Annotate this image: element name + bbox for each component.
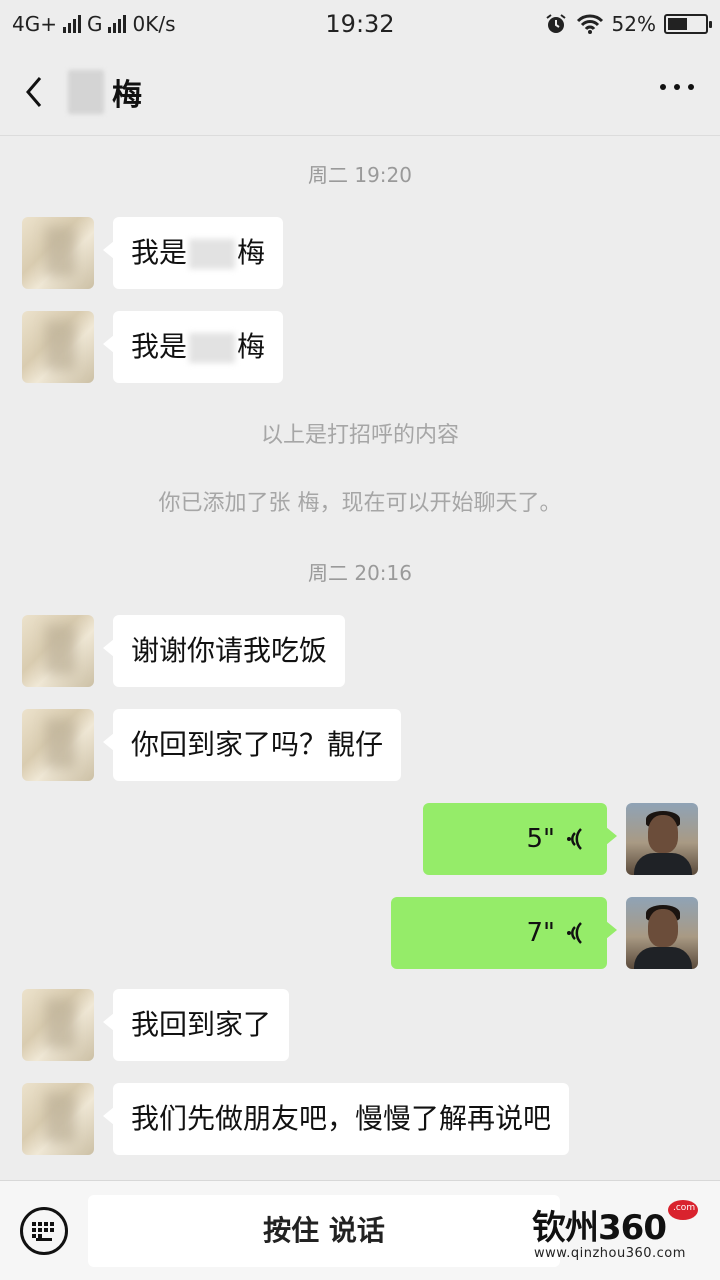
hold-to-talk-button[interactable]: 按住 说话 — [88, 1195, 560, 1267]
voice-message-outgoing[interactable]: 5" — [423, 803, 617, 875]
message-list[interactable]: 周二 19:20 我是梅 我是梅 以上是打招呼的内容 你已添加了张 梅，现在可以… — [0, 137, 720, 1180]
redacted-text — [189, 333, 236, 363]
system-message: 你已添加了张 梅，现在可以开始聊天了。 — [158, 491, 562, 516]
status-right: 52% — [544, 12, 712, 36]
redacted-text — [189, 239, 236, 269]
message-bubble-incoming[interactable]: 我们先做朋友吧，慢慢了解再说吧 — [102, 1083, 570, 1155]
message-bubble-incoming[interactable]: 我回到家了 — [102, 989, 290, 1061]
keyboard-toggle-button[interactable] — [20, 1207, 68, 1255]
system-message: 以上是打招呼的内容 — [260, 423, 459, 448]
redacted-name — [68, 70, 104, 114]
contact-title: 梅 — [68, 70, 142, 114]
voice-duration: 7" — [526, 918, 555, 948]
message-text: 梅 — [237, 330, 266, 363]
contact-avatar[interactable] — [22, 709, 94, 781]
message-bubble-incoming[interactable]: 我是 梅 — [102, 311, 284, 383]
voice-content: 5" — [441, 819, 589, 859]
watermark-logo: 钦州360 — [532, 1208, 667, 1248]
timestamp: 周二 19:20 — [308, 163, 412, 187]
keyboard-icon — [32, 1222, 56, 1238]
dot-icon — [674, 84, 680, 90]
voice-wave-icon — [567, 922, 582, 944]
contact-name: 梅 — [112, 78, 142, 113]
voice-duration: 5" — [526, 824, 555, 854]
dot-icon — [660, 84, 666, 90]
contact-avatar[interactable] — [22, 311, 94, 383]
message-text: 梅 — [237, 236, 266, 269]
my-avatar[interactable] — [626, 897, 698, 969]
contact-avatar[interactable] — [22, 217, 94, 289]
message-text: 我是 — [131, 236, 188, 269]
voice-message-outgoing[interactable]: 7" — [391, 897, 617, 969]
battery-percent: 52% — [611, 12, 656, 36]
watermark: 钦州360 .com www.qinzhou360.com — [532, 1196, 712, 1276]
status-bar: 4G+ G 0K/s 19:32 52% — [0, 0, 720, 50]
my-avatar[interactable] — [626, 803, 698, 875]
contact-avatar[interactable] — [22, 615, 94, 687]
wifi-icon — [576, 14, 603, 34]
contact-avatar[interactable] — [22, 989, 94, 1061]
back-button[interactable] — [18, 72, 54, 112]
watermark-url: www.qinzhou360.com — [534, 1246, 686, 1261]
watermark-badge: .com — [668, 1200, 698, 1220]
voice-wave-icon — [567, 828, 582, 850]
message-text: 我是 — [131, 330, 188, 363]
battery-icon — [664, 14, 712, 34]
chevron-left-icon — [26, 77, 42, 107]
battery-fill — [668, 18, 687, 30]
more-options-button[interactable] — [660, 84, 694, 90]
timestamp: 周二 20:16 — [308, 561, 412, 585]
message-bubble-incoming[interactable]: 谢谢你请我吃饭 — [102, 615, 346, 687]
chat-header: 梅 — [0, 50, 720, 136]
message-bubble-incoming[interactable]: 你回到家了吗？靚仔 — [102, 709, 402, 781]
message-bubble-incoming[interactable]: 我是 梅 — [102, 217, 284, 289]
dot-icon — [688, 84, 694, 90]
voice-content: 7" — [409, 913, 589, 953]
contact-avatar[interactable] — [22, 1083, 94, 1155]
alarm-icon — [545, 14, 566, 33]
